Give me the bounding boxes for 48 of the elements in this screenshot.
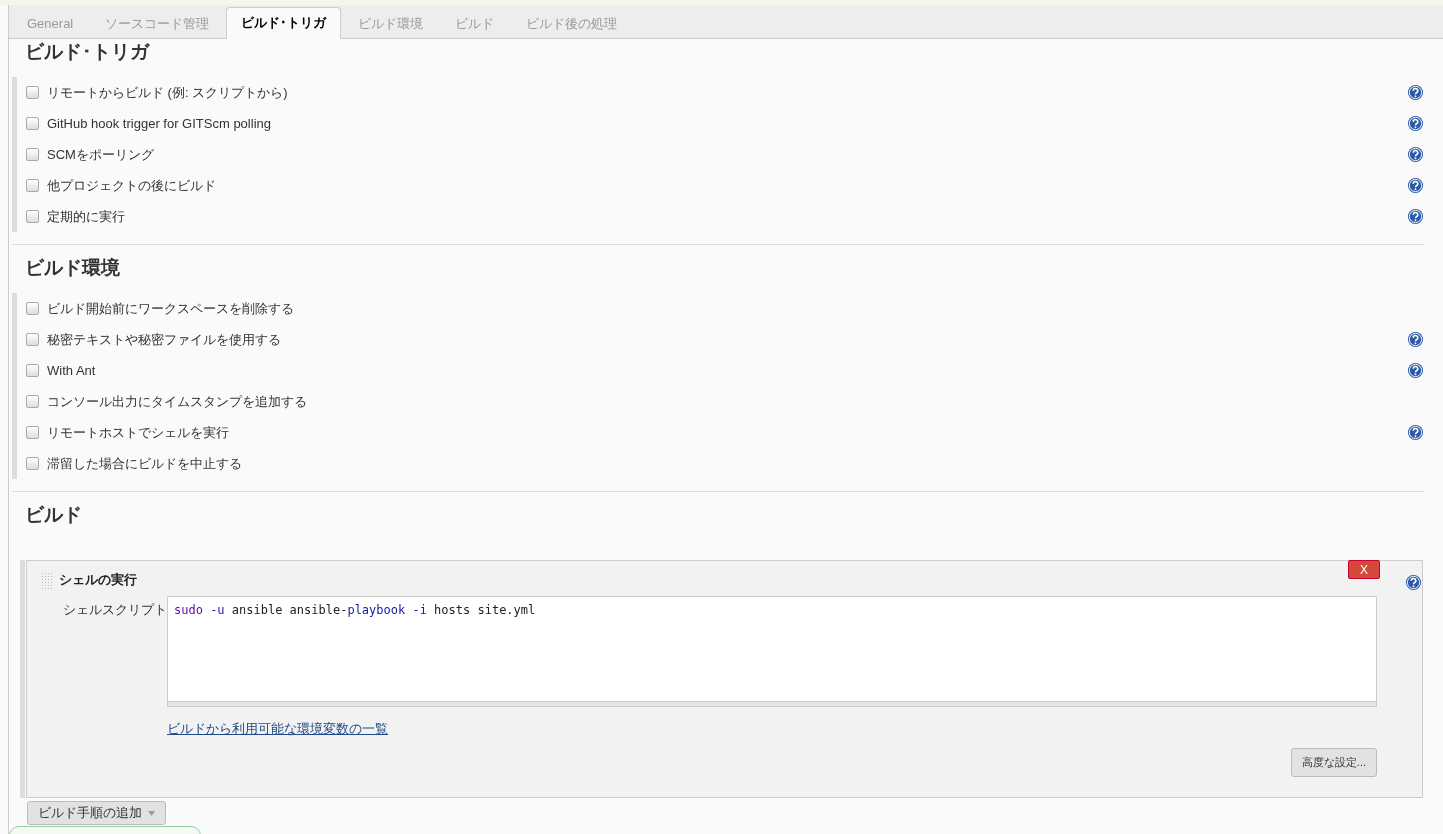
option-label: 秘密テキストや秘密ファイルを使用する bbox=[47, 330, 282, 349]
delete-button[interactable]: X bbox=[1348, 560, 1380, 579]
help-icon[interactable] bbox=[1407, 177, 1424, 194]
checkbox[interactable] bbox=[26, 333, 39, 346]
checkbox[interactable] bbox=[26, 117, 39, 130]
env-vars-link[interactable]: ビルドから利用可能な環境変数の一覧 bbox=[167, 720, 388, 738]
checkbox[interactable] bbox=[26, 457, 39, 470]
option-label: リモートからビルド (例: スクリプトから) bbox=[47, 83, 289, 102]
add-build-step-button[interactable]: ビルド手順の追加 bbox=[27, 801, 166, 825]
option-label: 定期的に実行 bbox=[47, 207, 126, 226]
checkbox[interactable] bbox=[26, 179, 39, 192]
checkbox[interactable] bbox=[26, 395, 39, 408]
tab[interactable]: ビルド環境 bbox=[343, 8, 439, 39]
help-icon[interactable] bbox=[1407, 84, 1424, 101]
option-label: GitHub hook trigger for GITScm polling bbox=[47, 116, 272, 131]
script-field[interactable]: sudo -u ansible ansible-playbook -i hosts site.yml bbox=[167, 596, 1377, 702]
checkbox[interactable] bbox=[26, 426, 39, 439]
help-icon[interactable] bbox=[1407, 424, 1424, 441]
option-label: 他プロジェクトの後にビルド bbox=[47, 176, 217, 195]
option-label: 滞留した場合にビルドを中止する bbox=[47, 454, 243, 473]
option-label: ビルド開始前にワークスペースを削除する bbox=[47, 299, 295, 318]
field-label: シェルスクリプト bbox=[62, 601, 167, 619]
help-icon[interactable] bbox=[1407, 331, 1424, 348]
checkbox[interactable] bbox=[26, 302, 39, 315]
tab[interactable]: ソースコード管理 bbox=[90, 8, 225, 39]
help-icon[interactable] bbox=[1407, 115, 1424, 132]
option-label: SCMをポーリング bbox=[47, 145, 155, 164]
section-heading: ビルド bbox=[24, 503, 83, 527]
tab[interactable]: ビルド後の処理 bbox=[511, 8, 633, 39]
checkbox[interactable] bbox=[26, 148, 39, 161]
tab[interactable]: ビルド･トリガ bbox=[226, 7, 342, 39]
checkbox[interactable] bbox=[26, 364, 39, 377]
help-icon[interactable] bbox=[1405, 574, 1422, 591]
option-label: With Ant bbox=[47, 363, 97, 378]
checkbox[interactable] bbox=[26, 86, 39, 99]
caret-icon bbox=[148, 810, 155, 816]
section-heading: ビルド･トリガ bbox=[24, 40, 151, 64]
tab[interactable]: General bbox=[12, 8, 89, 39]
section-heading: ビルド環境 bbox=[24, 256, 121, 280]
option-label: リモートホストでシェルを実行 bbox=[47, 423, 230, 442]
advanced-button[interactable]: 高度な設定... bbox=[1290, 748, 1377, 777]
tab[interactable]: ビルド bbox=[440, 8, 510, 39]
help-icon[interactable] bbox=[1407, 208, 1424, 225]
help-icon[interactable] bbox=[1407, 146, 1424, 163]
option-label: コンソール出力にタイムスタンプを追加する bbox=[47, 392, 308, 411]
help-icon[interactable] bbox=[1407, 362, 1424, 379]
checkbox[interactable] bbox=[26, 210, 39, 223]
step-title: シェルの実行 bbox=[59, 571, 137, 589]
